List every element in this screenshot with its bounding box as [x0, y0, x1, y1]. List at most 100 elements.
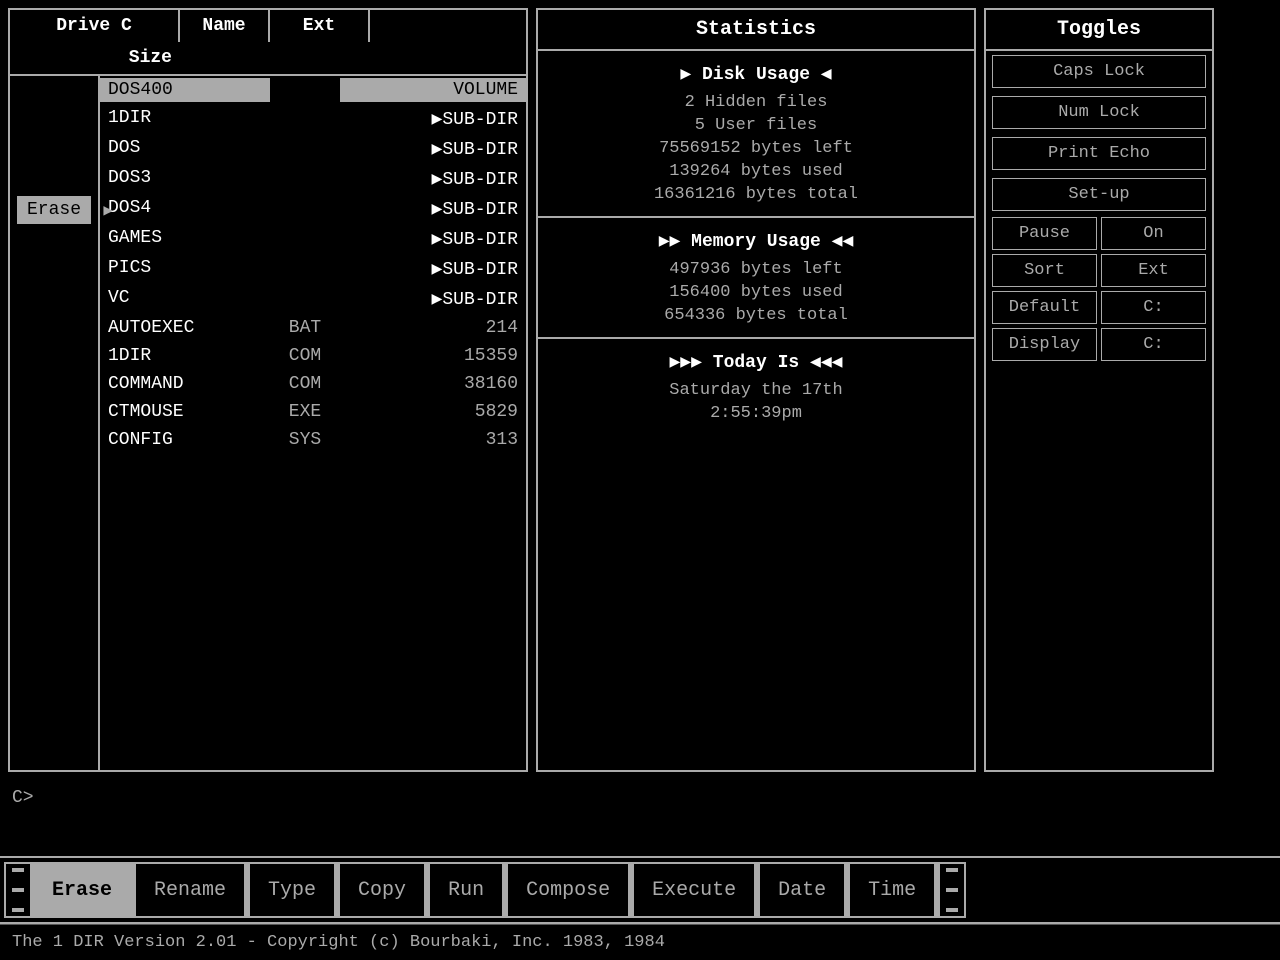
- toolbar: Erase Rename Type Copy Run Compose Execu…: [0, 856, 1280, 924]
- toolbar-right-edge: [938, 862, 966, 918]
- table-row[interactable]: DOS4 ▶SUB-DIR: [100, 194, 526, 224]
- disk-line-3: 139264 bytes used: [669, 162, 842, 181]
- display-value[interactable]: C:: [1101, 328, 1206, 361]
- file-name: CONFIG: [100, 428, 270, 452]
- edge-line-3: [12, 908, 24, 912]
- default-value[interactable]: C:: [1101, 291, 1206, 324]
- type-toolbar-button[interactable]: Type: [248, 862, 336, 918]
- file-ext: COM: [270, 372, 340, 396]
- mem-line-1: 156400 bytes used: [669, 283, 842, 302]
- ext-header: Ext: [270, 10, 370, 42]
- disk-line-1: 5 User files: [695, 116, 817, 135]
- pause-button[interactable]: Pause: [992, 217, 1097, 250]
- print-echo-button[interactable]: Print Echo: [992, 137, 1206, 170]
- default-button[interactable]: Default: [992, 291, 1097, 324]
- disk-line-4: 16361216 bytes total: [654, 185, 858, 204]
- erase-button[interactable]: Erase: [17, 196, 91, 224]
- file-entries: DOS400VOLUME1DIR▶SUB-DIRDOS▶SUB-DIRDOS3▶…: [100, 76, 526, 770]
- date-toolbar-button[interactable]: Date: [758, 862, 846, 918]
- file-name: GAMES: [100, 226, 270, 252]
- compose-toolbar-button[interactable]: Compose: [506, 862, 630, 918]
- edge-line-2: [12, 888, 24, 892]
- table-row[interactable]: DOS400 VOLUME: [100, 76, 526, 104]
- rename-toolbar-button[interactable]: Rename: [134, 862, 246, 918]
- size-header: Size: [10, 42, 180, 74]
- pause-value[interactable]: On: [1101, 217, 1206, 250]
- display-row: Display C:: [992, 328, 1206, 361]
- file-size: ▶SUB-DIR: [340, 226, 526, 252]
- file-ext: EXE: [270, 400, 340, 424]
- file-name: AUTOEXEC: [100, 316, 270, 340]
- num-lock-button[interactable]: Num Lock: [992, 96, 1206, 129]
- table-row[interactable]: CONFIGSYS313: [100, 426, 526, 454]
- table-row[interactable]: 1DIRCOM15359: [100, 342, 526, 370]
- setup-button[interactable]: Set-up: [992, 178, 1206, 211]
- copy-toolbar-button[interactable]: Copy: [338, 862, 426, 918]
- sort-button[interactable]: Sort: [992, 254, 1097, 287]
- table-row[interactable]: VC ▶SUB-DIR: [100, 284, 526, 314]
- caps-lock-button[interactable]: Caps Lock: [992, 55, 1206, 88]
- table-row[interactable]: DOS3▶SUB-DIR: [100, 164, 526, 194]
- sort-value[interactable]: Ext: [1101, 254, 1206, 287]
- sort-row: Sort Ext: [992, 254, 1206, 287]
- time-toolbar-button[interactable]: Time: [848, 862, 936, 918]
- file-size: ▶SUB-DIR: [340, 196, 526, 222]
- table-row[interactable]: 1DIR▶SUB-DIR: [100, 104, 526, 134]
- file-ext: [270, 286, 340, 312]
- file-header: Drive C Name Ext Size: [10, 10, 526, 76]
- file-ext: [270, 226, 340, 252]
- file-name: DOS4: [100, 196, 270, 222]
- file-list-area: Erase DOS400VOLUME1DIR▶SUB-DIRDOS▶SUB-DI…: [10, 76, 526, 770]
- edge-line-1: [12, 868, 24, 872]
- file-ext: [270, 78, 340, 102]
- disk-usage-section: ▶ Disk Usage ◀ 2 Hidden files 5 User fil…: [538, 51, 974, 218]
- today-line-1: 2:55:39pm: [710, 404, 802, 423]
- edge-line-4: [946, 868, 958, 872]
- table-row[interactable]: GAMES ▶SUB-DIR: [100, 224, 526, 254]
- disk-usage-title: ▶ Disk Usage ◀: [680, 63, 831, 85]
- mem-line-2: 654336 bytes total: [664, 306, 848, 325]
- file-name: DOS: [100, 136, 270, 162]
- file-ext: [270, 166, 340, 192]
- file-ext: [270, 106, 340, 132]
- file-ext: SYS: [270, 428, 340, 452]
- footer-text: The 1 DIR Version 2.01 - Copyright (c) B…: [12, 933, 665, 952]
- file-name: PICS: [100, 256, 270, 282]
- file-size: 38160: [340, 372, 526, 396]
- file-ext: [270, 196, 340, 222]
- file-name: COMMAND: [100, 372, 270, 396]
- table-row[interactable]: PICS ▶SUB-DIR: [100, 254, 526, 284]
- file-name: 1DIR: [100, 106, 270, 132]
- file-ext: [270, 256, 340, 282]
- today-section: ▶▶▶ Today Is ◀◀◀ Saturday the 17th 2:55:…: [538, 339, 974, 435]
- file-size: 5829: [340, 400, 526, 424]
- file-name: DOS400: [100, 78, 270, 102]
- stats-panel: Statistics ▶ Disk Usage ◀ 2 Hidden files…: [536, 8, 976, 772]
- file-size: VOLUME: [340, 78, 526, 102]
- table-row[interactable]: COMMANDCOM38160: [100, 370, 526, 398]
- disk-line-0: 2 Hidden files: [685, 93, 828, 112]
- table-row[interactable]: AUTOEXECBAT214: [100, 314, 526, 342]
- file-name: VC: [100, 286, 270, 312]
- table-row[interactable]: CTMOUSEEXE5829: [100, 398, 526, 426]
- run-toolbar-button[interactable]: Run: [428, 862, 504, 918]
- default-row: Default C:: [992, 291, 1206, 324]
- file-size: ▶SUB-DIR: [340, 256, 526, 282]
- file-panel: Drive C Name Ext Size Erase DOS400 VOLUME…: [8, 8, 528, 772]
- file-name: CTMOUSE: [100, 400, 270, 424]
- pause-row: Pause On: [992, 217, 1206, 250]
- file-size: 15359: [340, 344, 526, 368]
- execute-toolbar-button[interactable]: Execute: [632, 862, 756, 918]
- display-button[interactable]: Display: [992, 328, 1097, 361]
- file-size: 214: [340, 316, 526, 340]
- file-size: 313: [340, 428, 526, 452]
- footer: The 1 DIR Version 2.01 - Copyright (c) B…: [0, 924, 1280, 960]
- erase-toolbar-button[interactable]: Erase: [32, 862, 132, 918]
- file-size: ▶SUB-DIR: [340, 286, 526, 312]
- erase-column: Erase: [10, 76, 100, 770]
- memory-usage-title: ▶▶ Memory Usage ◀◀: [659, 230, 854, 252]
- stats-title: Statistics: [538, 10, 974, 51]
- drive-label: Drive C: [10, 10, 180, 42]
- toggles-panel: Toggles Caps Lock Num Lock Print Echo Se…: [984, 8, 1214, 772]
- table-row[interactable]: DOS▶SUB-DIR: [100, 134, 526, 164]
